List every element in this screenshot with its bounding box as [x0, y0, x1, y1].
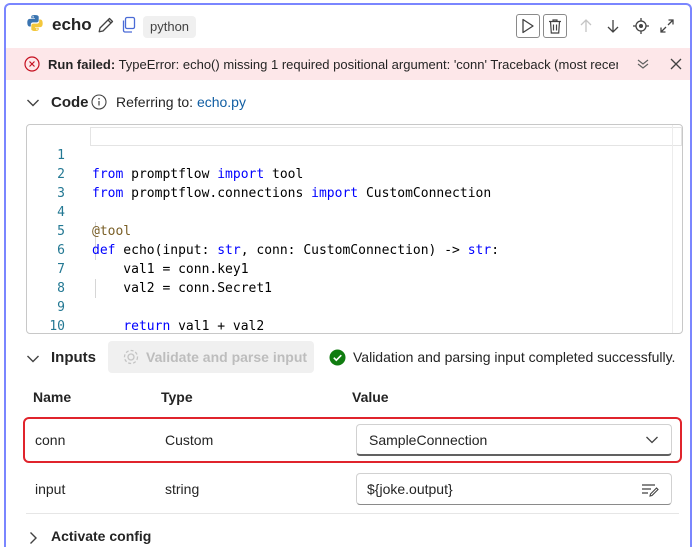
column-header-value: Value: [352, 389, 389, 405]
text-edit-icon[interactable]: [641, 482, 659, 498]
inputs-section-label: Inputs: [51, 349, 96, 366]
expand-button[interactable]: [655, 14, 679, 38]
error-detail: TypeError: echo() missing 1 required pos…: [118, 57, 618, 72]
checkmark-circle-icon: [329, 349, 346, 366]
code-line: 10: [27, 298, 74, 334]
column-header-name: Name: [33, 389, 72, 405]
code-line: 2 from promptflow.connections import Cus…: [27, 146, 491, 201]
chevron-down-icon[interactable]: [26, 354, 40, 364]
connection-dropdown-value: SampleConnection: [369, 432, 488, 448]
move-up-icon: [580, 19, 592, 32]
locate-icon: [633, 18, 649, 34]
move-down-button[interactable]: [601, 14, 625, 38]
chevron-down-icon: [646, 436, 658, 444]
edit-icon[interactable]: [97, 16, 115, 34]
input-type: Custom: [165, 432, 214, 448]
expand-icon: [660, 19, 674, 33]
input-value-text: ${joke.output}: [367, 481, 453, 497]
info-icon[interactable]: [91, 94, 107, 110]
validation-status: Validation and parsing input completed s…: [353, 349, 676, 365]
code-line: 4 @tool: [27, 184, 131, 239]
referring-label: Referring to:: [116, 94, 194, 110]
error-prefix: Run failed:: [48, 57, 116, 72]
code-section-label: Code: [51, 94, 89, 111]
run-icon: [522, 18, 534, 34]
error-circle-icon: [24, 56, 40, 72]
code-line: 3: [27, 165, 74, 201]
locate-button[interactable]: [629, 14, 653, 38]
expand-error-chevron-icon[interactable]: [636, 58, 650, 70]
error-message: Run failed: TypeError: echo() missing 1 …: [48, 57, 618, 72]
column-header-type: Type: [161, 389, 193, 405]
move-up-button[interactable]: [574, 14, 598, 38]
connection-dropdown[interactable]: SampleConnection: [356, 424, 672, 456]
referring-to: Referring to: echo.py: [116, 94, 246, 110]
input-name: input: [35, 481, 66, 497]
copy-icon[interactable]: [121, 16, 137, 34]
node-title: echo: [52, 15, 92, 34]
move-down-icon: [607, 20, 619, 33]
node-header: echo python: [6, 5, 690, 47]
code-line: 8: [27, 260, 74, 296]
language-badge: python: [143, 16, 197, 38]
current-line-highlight: [90, 127, 682, 146]
close-icon[interactable]: [669, 57, 683, 71]
code-line: 6 val1 = conn.key1: [27, 222, 248, 277]
activate-config-header[interactable]: Activate config: [6, 525, 690, 547]
code-line: 5 def echo(input: str, conn: CustomConne…: [27, 203, 499, 258]
error-banner: Run failed: TypeError: echo() missing 1 …: [6, 48, 690, 80]
input-type: string: [165, 481, 200, 497]
code-line: 7 val2 = conn.Secret1: [27, 241, 272, 296]
input-name: conn: [35, 432, 66, 448]
validate-and-parse-button[interactable]: Validate and parse input: [108, 341, 314, 373]
delete-button[interactable]: [543, 14, 567, 38]
line-number: 10: [49, 319, 65, 334]
delete-icon: [549, 18, 561, 34]
code-section-header[interactable]: Code Referring to: echo.py: [6, 89, 690, 115]
source-file-link[interactable]: echo.py: [197, 94, 246, 110]
code-editor[interactable]: 1 from promptflow import tool 2 from pro…: [26, 124, 683, 334]
inputs-section-header: Inputs Validate and parse input Validati…: [6, 341, 690, 375]
input-value-field[interactable]: ${joke.output}: [356, 473, 672, 505]
code-line: 1 from promptflow import tool: [27, 127, 303, 182]
divider: [26, 513, 679, 514]
run-button[interactable]: [516, 14, 540, 38]
editor-scrollbar[interactable]: [672, 125, 682, 333]
python-logo-icon: [27, 15, 43, 31]
chevron-right-icon[interactable]: [28, 531, 38, 545]
activate-config-label: Activate config: [51, 528, 152, 544]
code-line: 9 return val1 + val2: [27, 279, 264, 334]
flow-node-panel: echo python Run failed: TypeError: echo(…: [4, 3, 692, 547]
validate-button-label: Validate and parse input: [146, 349, 308, 365]
chevron-down-icon[interactable]: [26, 98, 40, 108]
validate-gear-icon: [123, 349, 139, 365]
